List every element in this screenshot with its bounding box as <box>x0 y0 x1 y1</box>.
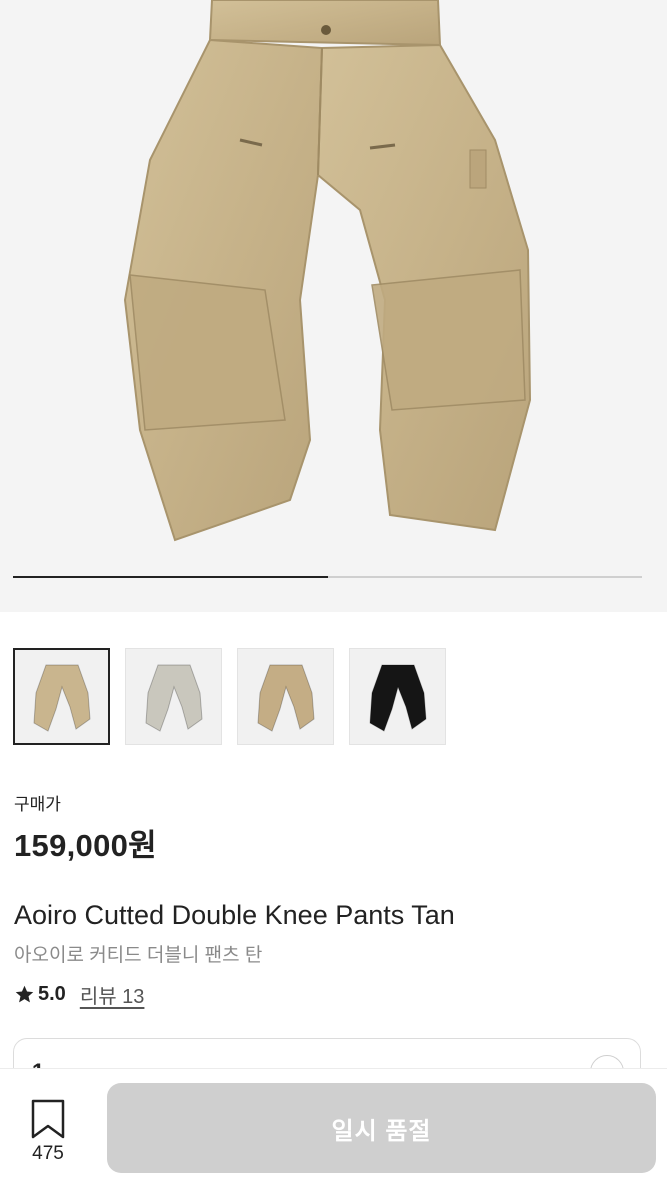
price-label: 구매가 <box>14 795 61 814</box>
bookmark-icon <box>31 1099 65 1139</box>
thumbnail-strip <box>13 648 446 745</box>
gallery-progress-track <box>13 576 642 578</box>
product-image <box>123 0 532 542</box>
product-image-gallery[interactable] <box>0 0 667 612</box>
rating-row: 5.0 리뷰 13 <box>14 980 144 1009</box>
price-value: 159,000원 <box>14 828 157 863</box>
gallery-progress-fill <box>13 576 328 578</box>
thumbnail-pants-image <box>144 664 203 732</box>
bottom-action-bar: 475 일시 품절 <box>0 1068 667 1200</box>
review-link[interactable]: 리뷰 13 <box>80 980 145 1009</box>
thumbnail-pants-image <box>32 664 91 732</box>
thumbnail-light-gray[interactable] <box>125 648 222 745</box>
product-page: 구매가 159,000원 Aoiro Cutted Double Knee Pa… <box>0 0 667 1200</box>
star-icon <box>15 985 34 1003</box>
rating-score: 5.0 <box>38 983 66 1005</box>
product-title-ko: 아오이로 커티드 더블니 팬츠 탄 <box>14 945 263 966</box>
bookmark-button[interactable]: 475 <box>24 1099 72 1169</box>
sold-out-button[interactable]: 일시 품절 <box>107 1083 656 1173</box>
bookmark-count: 475 <box>32 1143 64 1164</box>
thumbnail-pants-image <box>256 664 315 732</box>
product-title-en: Aoiro Cutted Double Knee Pants Tan <box>14 900 455 930</box>
thumbnail-pants-image <box>368 664 427 732</box>
thumbnail-black[interactable] <box>349 648 446 745</box>
thumbnail-tan[interactable] <box>13 648 110 745</box>
thumbnail-tan-alt[interactable] <box>237 648 334 745</box>
